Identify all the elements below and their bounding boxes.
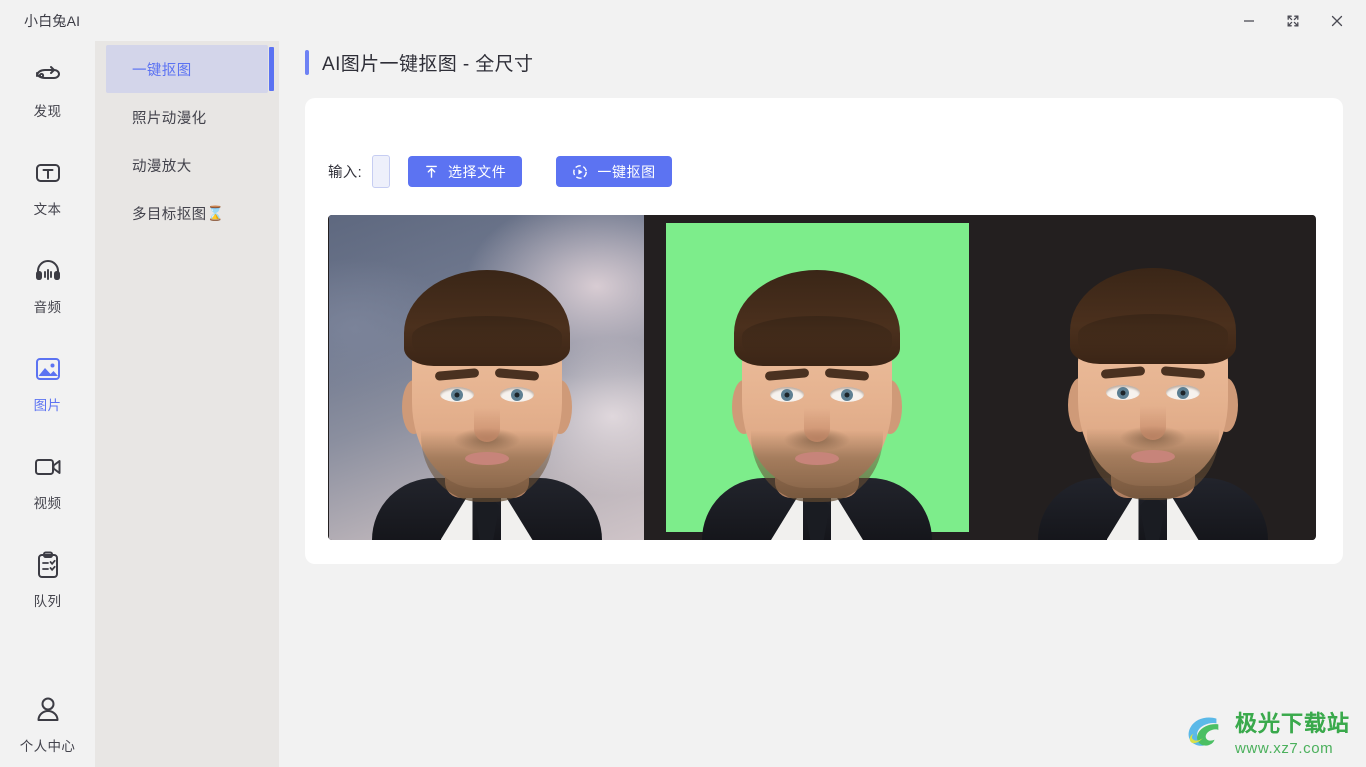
- sidebar-item-label: 图片: [33, 398, 62, 413]
- sidebar-item-profile[interactable]: 个人中心: [0, 694, 95, 755]
- portrait-green-screen: [701, 240, 933, 540]
- discover-icon: [35, 66, 60, 79]
- sidebar-item-label: 个人中心: [19, 739, 76, 754]
- page-header: AI图片一键抠图 - 全尺寸: [305, 49, 533, 76]
- menu-item-label: 照片动漫化: [132, 110, 207, 127]
- main-content: AI图片一键抠图 - 全尺寸 输入: 选择文件 一键抠图: [279, 41, 1366, 767]
- close-icon: [1331, 15, 1343, 26]
- run-cutout-button[interactable]: 一键抠图: [556, 156, 672, 187]
- sidebar-item-discover[interactable]: 发现: [0, 59, 95, 120]
- image-icon: [35, 358, 60, 380]
- preview-pane-original[interactable]: [329, 215, 644, 540]
- text-icon: [35, 164, 60, 182]
- sidebar-item-audio[interactable]: 音频: [0, 255, 95, 316]
- sidebar-item-label: 文本: [33, 202, 62, 217]
- sidebar-item-label: 发现: [33, 104, 62, 119]
- audio-icon: [35, 260, 60, 280]
- watermark-name: 极光下载站: [1235, 706, 1350, 738]
- app-window: 小白兔AI 发现 文本 音频 图片 视频 队列 个人中心 一键抠图 照片动漫化 …: [0, 0, 1366, 767]
- sidebar-item-video[interactable]: 视频: [0, 451, 95, 512]
- select-file-label: 选择文件: [447, 163, 507, 180]
- input-label: 输入:: [328, 165, 362, 181]
- window-controls: [1234, 0, 1352, 41]
- expand-arrows-icon: [1287, 15, 1299, 26]
- menu-item-label: 一键抠图: [132, 62, 192, 79]
- preview-pane-green-screen[interactable]: [664, 215, 971, 540]
- watermark-url: www.xz7.com: [1234, 740, 1334, 757]
- portrait-original: [371, 240, 602, 540]
- run-cutout-label: 一键抠图: [597, 163, 656, 180]
- minimize-icon: [1244, 19, 1254, 22]
- menu-item-label: 多目标抠图: [132, 206, 207, 223]
- queue-icon: [37, 551, 58, 578]
- menu-item-anime-upscale[interactable]: 动漫放大: [106, 141, 268, 189]
- select-file-button[interactable]: 选择文件: [407, 156, 523, 187]
- watermark-text: 极光下载站 www.xz7.com: [1235, 706, 1350, 757]
- sidebar-item-label: 音频: [33, 300, 62, 315]
- upload-icon: [426, 165, 437, 178]
- toolbar: 输入: 选择文件 一键抠图: [328, 155, 672, 188]
- page-title: AI图片一键抠图 - 全尺寸: [322, 54, 534, 75]
- portrait-dark: [1034, 238, 1272, 540]
- file-path-input[interactable]: [371, 155, 390, 188]
- video-icon: [34, 459, 60, 475]
- sidebar-item-queue[interactable]: 队列: [0, 549, 95, 610]
- watermark: 极光下载站 www.xz7.com: [1180, 706, 1350, 757]
- menu-item-multi-target-cutout[interactable]: 多目标抠图 ⌛: [106, 189, 268, 237]
- preview-pane-dark[interactable]: [990, 215, 1315, 540]
- sidebar-rail: 发现 文本 音频 图片 视频 队列 个人中心: [0, 41, 95, 767]
- menu-item-photo-anime[interactable]: 照片动漫化: [106, 93, 268, 141]
- app-title: 小白兔AI: [24, 13, 81, 29]
- feature-menu: 一键抠图 照片动漫化 动漫放大 多目标抠图 ⌛: [95, 41, 279, 767]
- minimize-button[interactable]: [1234, 6, 1264, 36]
- menu-item-label: 动漫放大: [132, 158, 192, 175]
- user-icon: [37, 697, 58, 721]
- sidebar-item-image[interactable]: 图片: [0, 353, 95, 414]
- content-card: 输入: 选择文件 一键抠图: [305, 98, 1343, 564]
- sidebar-item-label: 队列: [33, 594, 62, 609]
- preview-strip: [328, 215, 1316, 540]
- title-bar: 小白兔AI: [0, 0, 1366, 41]
- menu-item-one-click-cutout[interactable]: 一键抠图: [106, 45, 274, 93]
- sidebar-item-text[interactable]: 文本: [0, 157, 95, 218]
- close-button[interactable]: [1322, 6, 1352, 36]
- hourglass-icon: ⌛: [206, 205, 225, 221]
- play-circle-icon: [573, 164, 588, 179]
- page-title-accent-bar: [305, 50, 309, 75]
- watermark-logo-icon: [1188, 717, 1219, 746]
- maximize-button[interactable]: [1278, 6, 1308, 36]
- sidebar-item-label: 视频: [33, 496, 62, 511]
